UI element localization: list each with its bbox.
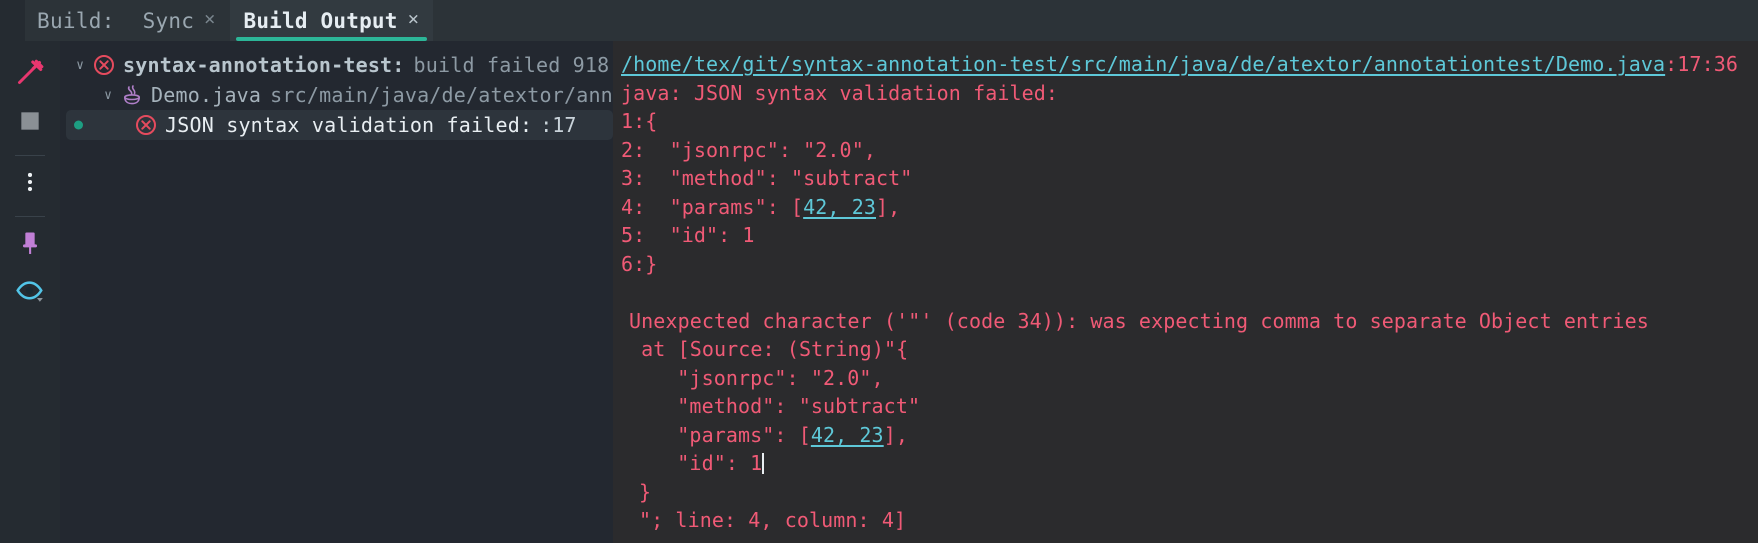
snippet-line-number: 5: — [621, 223, 646, 247]
more-vertical-icon — [17, 169, 43, 199]
snippet-line-number: 1: — [621, 109, 646, 133]
console-header-line: /home/tex/git/syntax-annotation-test/src… — [613, 50, 1758, 79]
detail-line-text: "id": 1 — [653, 451, 763, 475]
pin-icon — [16, 229, 44, 261]
source-file-link[interactable]: /home/tex/git/syntax-annotation-test/src… — [621, 52, 1665, 76]
tool-window-label: Build: — [37, 8, 115, 33]
chevron-down-icon[interactable]: ∨ — [96, 88, 120, 103]
snippet-line-text: { — [645, 109, 658, 133]
error-icon — [92, 53, 116, 77]
snippet-line-number: 6: — [621, 251, 646, 276]
detail-line-text: } — [639, 479, 652, 504]
snippet-line-4: 4: "params": [42, 23], — [613, 193, 1758, 222]
params-values-link[interactable]: 42, 23 — [811, 423, 884, 447]
close-icon[interactable]: × — [408, 10, 419, 31]
tab-sync-label: Sync — [142, 8, 195, 33]
close-icon[interactable]: × — [204, 10, 215, 31]
stop-icon — [17, 108, 43, 138]
snippet-line-2: 2: "jsonrpc": "2.0", — [613, 136, 1758, 165]
detail-line-text-tail: ], — [883, 422, 908, 447]
detail-line-text: "method": "subtract" — [653, 394, 921, 418]
rerun-build-button[interactable] — [8, 53, 52, 97]
snippet-line-number: 3: — [621, 166, 646, 190]
build-output-console[interactable]: /home/tex/git/syntax-annotation-test/src… — [613, 41, 1758, 543]
tab-bar: Build: Sync × Build Output × — [0, 0, 1758, 41]
eye-icon — [15, 278, 45, 308]
stop-button[interactable] — [8, 101, 52, 145]
hammer-icon — [15, 58, 45, 92]
build-output-tool-window: Build: Sync × Build Output × ∨ syntax-an… — [0, 0, 1758, 543]
tree-row-problem-title: JSON syntax validation failed: — [165, 113, 533, 137]
tab-build-output-label: Build Output — [243, 8, 398, 33]
tree-row-root[interactable]: ∨ syntax-annotation-test: build failed 9… — [60, 50, 613, 80]
modified-dot-icon — [74, 120, 83, 130]
tree-row-demo-java[interactable]: ∨ Demo.java src/main/java/de/atextor/ann… — [60, 80, 613, 110]
detail-line-text: "params": [ — [653, 422, 811, 447]
tree-row-root-title: syntax-annotation-test: — [123, 53, 405, 77]
detail-body-line-4: "id": 1 — [613, 449, 1758, 478]
detail-body-line-6: "; line: 4, column: 4] — [613, 506, 1758, 535]
toolbar-divider — [15, 216, 45, 217]
detail-source-line: at [Source: (String)"{ — [629, 337, 909, 361]
snippet-line-text-tail: ], — [876, 194, 901, 219]
detail-body-line-5: } — [613, 478, 1758, 507]
snippet-line-3: 3: "method": "subtract" — [613, 164, 1758, 193]
tree-row-root-status: build failed 918 ms — [413, 53, 613, 77]
detail-line-text: "jsonrpc": "2.0", — [653, 365, 884, 390]
snippet-line-number: 2: — [621, 137, 646, 162]
tool-window-toolbar — [0, 41, 60, 543]
detail-body-line-2: "method": "subtract" — [613, 392, 1758, 421]
snippet-line-1: 1:{ — [613, 107, 1758, 136]
snippet-line-text: "jsonrpc": "2.0", — [645, 137, 876, 162]
pin-tab-button[interactable] — [8, 223, 52, 267]
error-icon — [134, 113, 158, 137]
detail-body-line-3: "params": [42, 23], — [613, 421, 1758, 450]
toolbar-divider — [15, 155, 45, 156]
tab-build-output[interactable]: Build Output × — [229, 0, 434, 41]
filters-button[interactable] — [8, 271, 52, 315]
snippet-line-text: "params": [ — [645, 194, 804, 219]
tree-row-demo-java-name: Demo.java — [151, 83, 262, 107]
tree-row-problem-line: :17 — [540, 113, 577, 137]
tree-row-json-syntax-validation-failed[interactable]: JSON syntax validation failed: :17 — [66, 110, 613, 140]
detail-head-line: Unexpected character ('"' (code 34)): wa… — [629, 308, 1649, 333]
build-tree-panel[interactable]: ∨ syntax-annotation-test: build failed 9… — [60, 41, 613, 543]
detail-body-line-1: "jsonrpc": "2.0", — [613, 364, 1758, 393]
params-values-link[interactable]: 42, 23 — [803, 195, 876, 219]
more-options-button[interactable] — [8, 162, 52, 206]
snippet-line-text: "id": 1 — [645, 223, 755, 247]
source-file-position: :17:36 — [1665, 52, 1738, 76]
snippet-line-text: } — [645, 251, 658, 276]
tab-sync[interactable]: Sync × — [129, 0, 230, 41]
snippet-line-number: 4: — [621, 194, 646, 219]
snippet-line-text: "method": "subtract" — [645, 166, 913, 190]
snippet-line-6: 6:} — [613, 250, 1758, 279]
text-caret — [762, 453, 765, 474]
tab-bar-gutter — [0, 0, 25, 41]
snippet-line-5: 5: "id": 1 — [613, 221, 1758, 250]
console-error-message: java: JSON syntax validation failed: — [621, 80, 1059, 105]
tree-row-demo-java-path: src/main/java/de/atextor/annotati — [270, 83, 613, 107]
chevron-down-icon[interactable]: ∨ — [68, 58, 92, 73]
detail-line-text: "; line: 4, column: 4] — [639, 508, 907, 532]
tab-bar-empty-space — [433, 0, 1758, 41]
java-file-icon — [120, 82, 144, 108]
